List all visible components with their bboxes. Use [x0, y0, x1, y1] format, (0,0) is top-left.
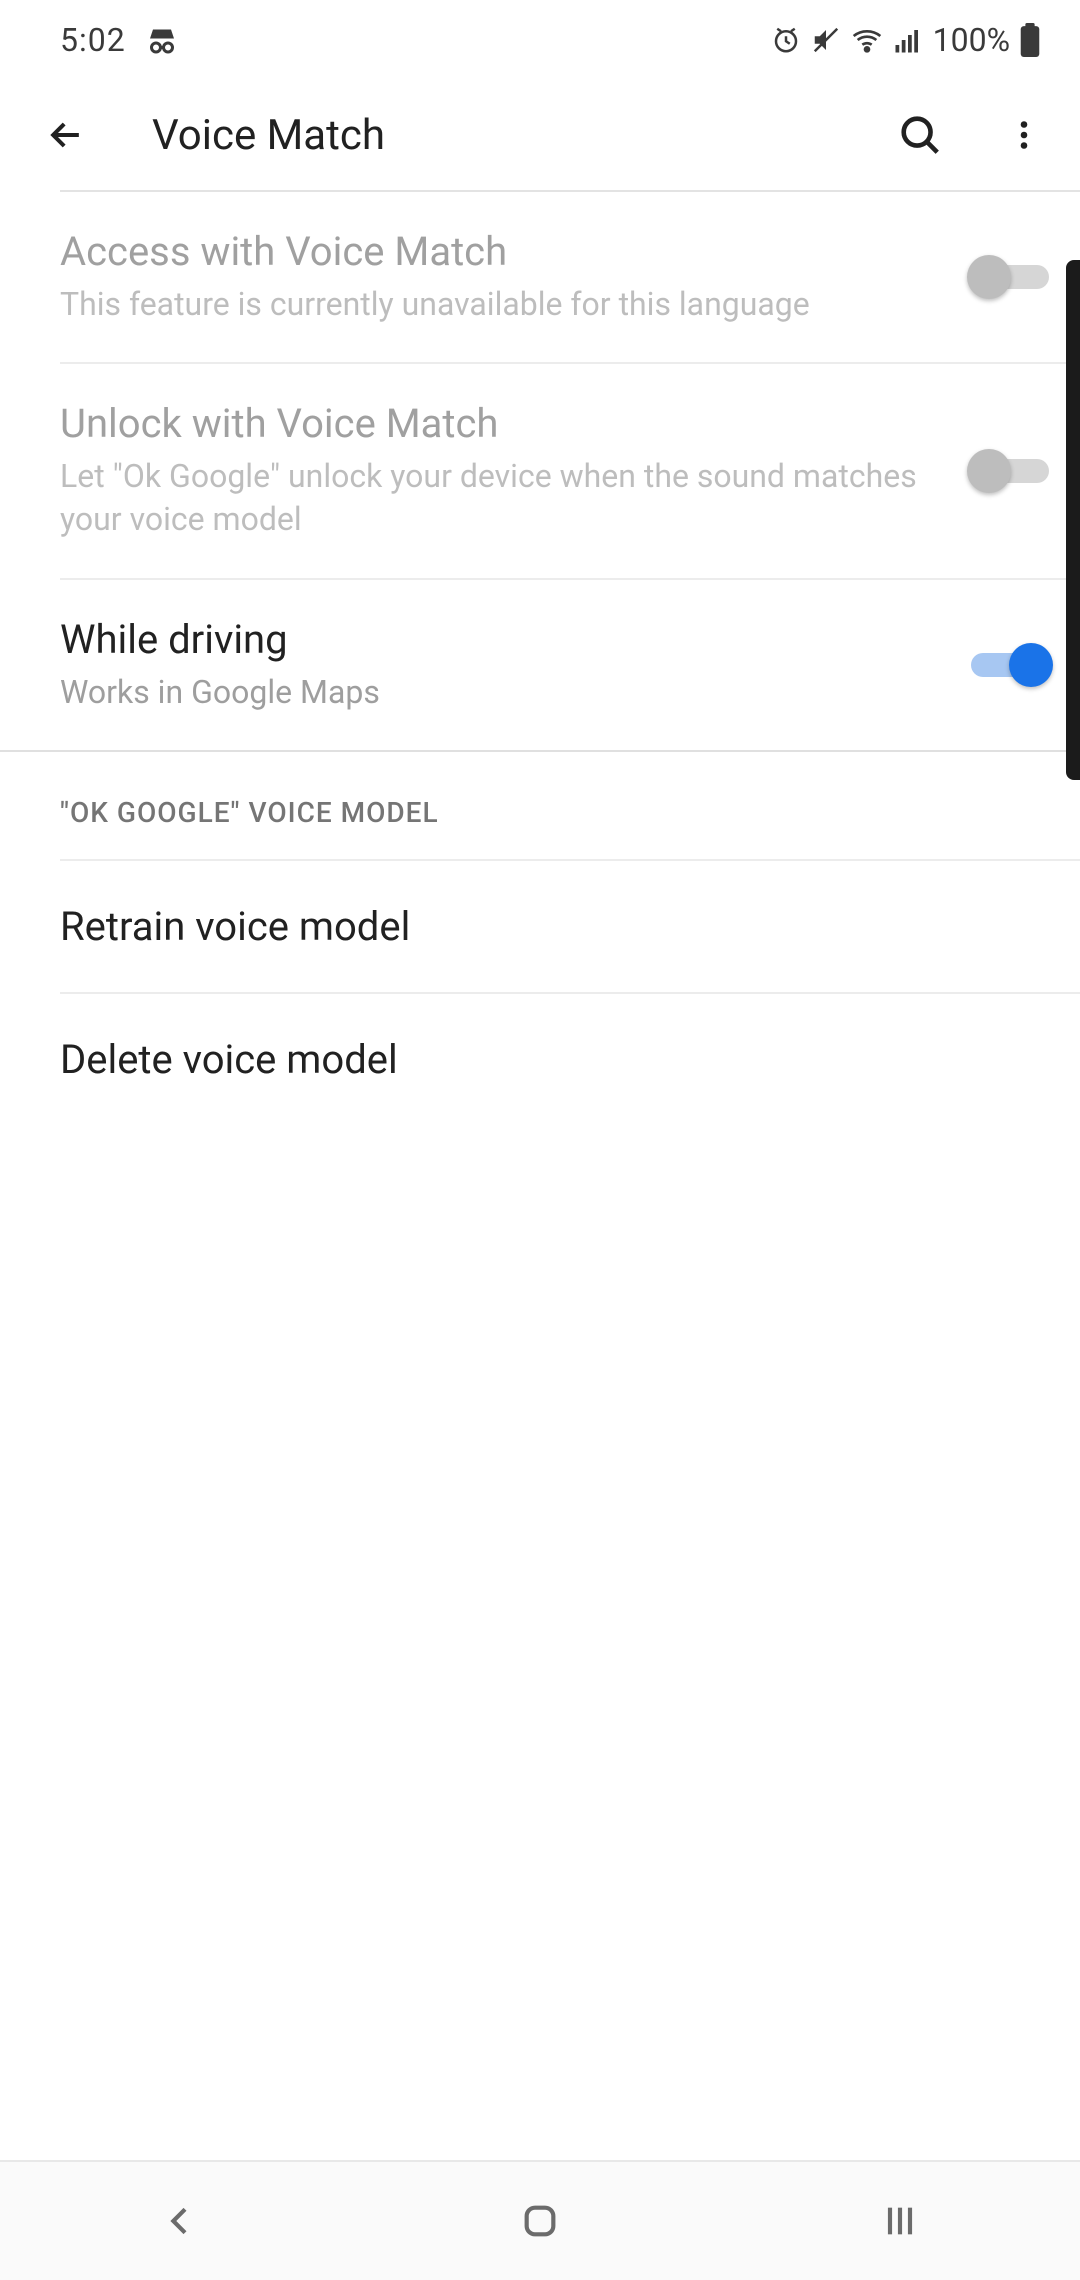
nav-back-button[interactable]	[100, 2181, 260, 2261]
status-bar-right: 100%	[771, 21, 1040, 59]
setting-access-voice-match[interactable]: Access with Voice Match This feature is …	[60, 192, 1080, 362]
page-title: Voice Match	[152, 111, 852, 160]
setting-title: Retrain voice model	[60, 903, 1080, 950]
overflow-menu-button[interactable]	[988, 99, 1060, 171]
back-button[interactable]	[30, 99, 102, 171]
status-bar-left: 5:02	[60, 21, 180, 59]
rounded-square-icon	[520, 2201, 560, 2241]
toggle-unlock-voice-match[interactable]	[940, 451, 1080, 491]
battery-icon	[1020, 23, 1040, 57]
status-time: 5:02	[60, 21, 126, 59]
search-button[interactable]	[884, 99, 956, 171]
status-bar: 5:02 100%	[0, 0, 1080, 80]
section-header: "OK GOOGLE" VOICE MODEL	[60, 752, 1080, 859]
setting-title: Delete voice model	[60, 1036, 1080, 1083]
app-bar: Voice Match	[0, 80, 1080, 190]
incognito-icon	[144, 22, 180, 58]
setting-unlock-voice-match[interactable]: Unlock with Voice Match Let "Ok Google" …	[60, 364, 1080, 577]
nav-recents-button[interactable]	[820, 2181, 980, 2261]
row-texts: While driving Works in Google Maps	[60, 616, 940, 714]
row-texts: Access with Voice Match This feature is …	[60, 228, 940, 326]
retrain-voice-model[interactable]: Retrain voice model	[60, 861, 1080, 992]
system-nav-bar	[0, 2160, 1080, 2280]
setting-subtitle: This feature is currently unavailable fo…	[60, 283, 920, 326]
cell-signal-icon	[893, 25, 923, 55]
more-vert-icon	[1006, 117, 1042, 153]
setting-subtitle: Works in Google Maps	[60, 671, 920, 714]
setting-title: Unlock with Voice Match	[60, 400, 920, 447]
battery-percent: 100%	[933, 21, 1010, 59]
switch-on-icon	[971, 645, 1049, 685]
setting-subtitle: Let "Ok Google" unlock your device when …	[60, 455, 920, 541]
setting-title: While driving	[60, 616, 920, 663]
delete-voice-model[interactable]: Delete voice model	[60, 994, 1080, 1125]
search-icon	[897, 112, 943, 158]
nav-home-button[interactable]	[460, 2181, 620, 2261]
alarm-icon	[771, 25, 801, 55]
chevron-left-icon	[160, 2201, 200, 2241]
toggle-while-driving[interactable]	[940, 645, 1080, 685]
toggle-access-voice-match[interactable]	[940, 257, 1080, 297]
recents-icon	[880, 2201, 920, 2241]
setting-title: Access with Voice Match	[60, 228, 920, 275]
row-texts: Unlock with Voice Match Let "Ok Google" …	[60, 400, 940, 541]
arrow-left-icon	[44, 113, 88, 157]
wifi-icon	[851, 24, 883, 56]
switch-off-icon	[971, 257, 1049, 297]
switch-off-icon	[971, 451, 1049, 491]
scrollbar[interactable]	[1066, 260, 1080, 780]
setting-while-driving[interactable]: While driving Works in Google Maps	[60, 580, 1080, 750]
settings-list: Access with Voice Match This feature is …	[0, 190, 1080, 1125]
mute-vibrate-icon	[811, 25, 841, 55]
